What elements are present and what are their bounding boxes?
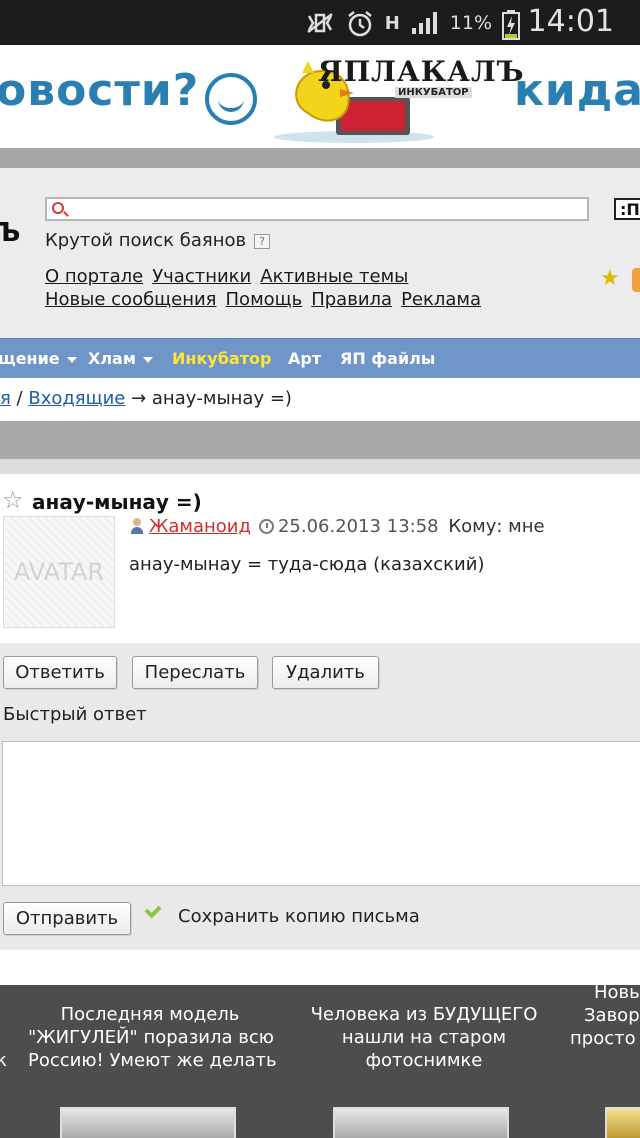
- nav-item-incubator[interactable]: Инкубатор: [172, 349, 271, 368]
- nav-item-art[interactable]: Арт: [288, 349, 321, 368]
- breadcrumb-separator: /: [10, 388, 29, 409]
- nav-item-files[interactable]: ЯП файлы: [340, 349, 435, 368]
- banner-left-text: овости?: [0, 65, 200, 116]
- news-item[interactable]: Человека из БУДУЩЕГО нашли на старом фот…: [306, 1003, 542, 1072]
- user-icon: [129, 518, 145, 534]
- breadcrumb-current: анау-мынау =): [151, 388, 292, 409]
- news-thumbnail[interactable]: [333, 1107, 509, 1138]
- message-date: 25.06.2013 13:58: [277, 516, 439, 537]
- search-input[interactable]: [47, 199, 587, 219]
- news-item-line: нашли на старом: [341, 1027, 507, 1048]
- news-strip: к Последняя модель "ЖИГУЛЕЙ" поразила вс…: [0, 985, 640, 1138]
- link-about[interactable]: О портале: [45, 266, 143, 287]
- message-view: ☆ анау-мынау =) AVATAR Жаманоид 25.06.201…: [0, 474, 640, 642]
- forward-button[interactable]: Переслать: [132, 656, 258, 689]
- site-logo-subtitle: ИНКУБАТОР: [395, 87, 472, 98]
- nav-item-label: Хлам: [88, 349, 136, 368]
- message-meta: Жаманоид 25.06.2013 13:58 Кому: мне: [129, 516, 545, 537]
- news-item[interactable]: Последняя модель "ЖИГУЛЕЙ" поразила всю …: [28, 1003, 277, 1072]
- smiley-icon: [205, 73, 257, 125]
- news-item-line: фотоснимке: [365, 1050, 483, 1071]
- divider: [0, 421, 640, 459]
- news-item-line: Завор: [584, 1005, 640, 1026]
- site-logo-text: ЯПЛАКАЛЪ: [318, 55, 525, 88]
- nav-item-trash[interactable]: Хлам: [88, 349, 153, 368]
- status-bar: H 11% 14:01: [0, 0, 640, 45]
- clock-icon: [258, 519, 274, 534]
- help-icon[interactable]: ?: [254, 233, 271, 249]
- site-logo-fragment: Ъ: [0, 218, 21, 248]
- search-icon: [52, 202, 64, 214]
- reply-panel: Ответить Переслать Удалить Быстрый ответ…: [0, 643, 640, 950]
- news-item-line: Россию! Умеют же делать: [28, 1050, 277, 1071]
- delete-button[interactable]: Удалить: [272, 656, 379, 689]
- chevron-down-icon: [66, 356, 77, 363]
- search-button[interactable]: :П: [614, 198, 640, 220]
- banner-right-text: кидай: [514, 65, 640, 116]
- bookmark-icon[interactable]: [632, 268, 640, 292]
- message-body: анау-мынау = туда-сюда (казахский): [129, 554, 485, 575]
- checkbox-checked-icon[interactable]: [144, 901, 162, 919]
- search-field[interactable]: [45, 197, 589, 221]
- header-links-row2: Новые сообщения Помощь Правила Реклама: [45, 289, 490, 310]
- battery-percent: 11%: [449, 12, 492, 34]
- divider: [0, 459, 640, 474]
- breadcrumb-inbox[interactable]: Входящие: [28, 388, 125, 409]
- site-header: Ъ :П Крутой поиск баянов? О портале Участ…: [0, 168, 640, 338]
- news-thumbnail[interactable]: [60, 1107, 236, 1138]
- clock-time: 14:01: [527, 4, 614, 39]
- signal-icon: [410, 10, 440, 36]
- main-nav: щение Хлам Инкубатор Арт ЯП файлы: [0, 338, 640, 378]
- alarm-icon: [345, 10, 375, 37]
- link-ads[interactable]: Реклама: [401, 289, 481, 310]
- link-new-messages[interactable]: Новые сообщения: [45, 289, 217, 310]
- ad-banner[interactable]: овости? ЯПЛАКАЛЪ ИНКУБАТОР кидай: [0, 45, 640, 148]
- news-item-line: "ЖИГУЛЕЙ" поразила всю: [28, 1027, 274, 1048]
- news-item-line: просто: [570, 1028, 636, 1049]
- news-item[interactable]: Новы Завор просто: [570, 985, 640, 1050]
- divider: [0, 148, 640, 168]
- link-help[interactable]: Помощь: [226, 289, 303, 310]
- message-title: анау-мынау =): [32, 490, 202, 514]
- search-hint: Крутой поиск баянов?: [45, 230, 271, 251]
- nav-item-communication[interactable]: щение: [0, 349, 77, 368]
- breadcrumb: я / Входящие → анау-мынау =): [0, 388, 292, 409]
- chevron-down-icon: [142, 356, 153, 363]
- message-recipient: Кому: мне: [448, 516, 545, 537]
- favorite-star-icon[interactable]: ★: [600, 268, 622, 290]
- mute-vibrate-icon: [305, 10, 335, 36]
- nav-item-label: щение: [0, 349, 60, 368]
- message-author[interactable]: Жаманоид: [149, 516, 251, 537]
- avatar: AVATAR: [3, 516, 115, 628]
- header-links-row1: О портале Участники Активные темы: [45, 266, 417, 287]
- quick-reply-label: Быстрый ответ: [3, 704, 147, 725]
- news-item-line: Последняя модель: [60, 1004, 240, 1025]
- news-item-line: к: [0, 1050, 7, 1071]
- link-members[interactable]: Участники: [152, 266, 251, 287]
- battery-charging-icon: [502, 10, 520, 40]
- breadcrumb-prev[interactable]: я: [0, 388, 11, 409]
- news-item-line: Новы: [594, 985, 640, 1003]
- status-icons: H 11%: [305, 8, 520, 40]
- star-outline-icon[interactable]: ☆: [2, 488, 24, 512]
- link-active-topics[interactable]: Активные темы: [260, 266, 408, 287]
- quick-reply-textarea[interactable]: [2, 741, 640, 886]
- news-item[interactable]: к: [0, 1049, 7, 1072]
- news-item-line: Человека из БУДУЩЕГО: [310, 1004, 538, 1025]
- search-hint-text: Крутой поиск баянов: [45, 230, 247, 251]
- save-copy-label: Сохранить копию письма: [178, 906, 420, 927]
- network-type: H: [384, 12, 400, 34]
- send-button[interactable]: Отправить: [3, 902, 131, 935]
- link-rules[interactable]: Правила: [311, 289, 392, 310]
- news-thumbnail[interactable]: [605, 1107, 640, 1138]
- reply-button[interactable]: Ответить: [3, 656, 117, 689]
- breadcrumb-arrow: →: [125, 388, 152, 409]
